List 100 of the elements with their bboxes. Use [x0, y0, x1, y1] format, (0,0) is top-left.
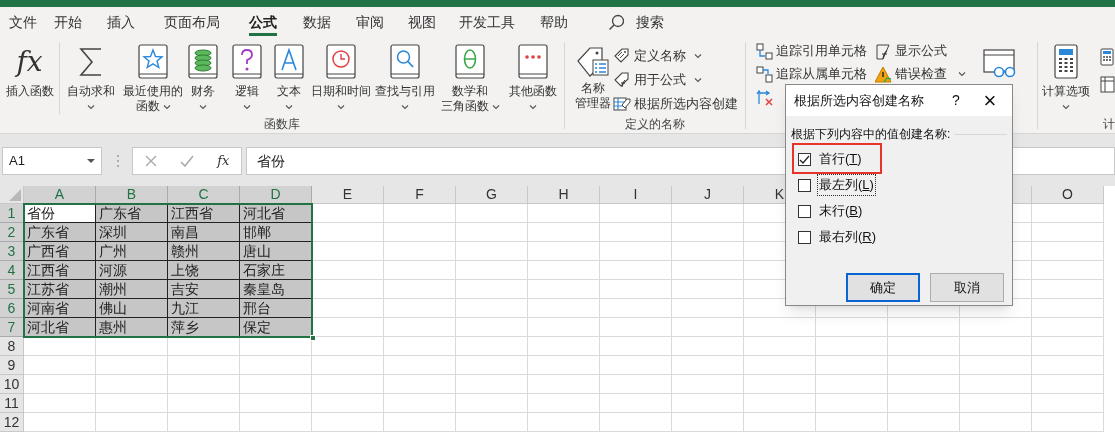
- table-cell[interactable]: [528, 299, 600, 318]
- row-header[interactable]: 4: [0, 261, 24, 280]
- table-cell[interactable]: [960, 318, 1032, 337]
- table-cell[interactable]: [312, 242, 384, 261]
- table-cell[interactable]: [672, 318, 744, 337]
- table-cell[interactable]: [528, 337, 600, 356]
- table-cell[interactable]: [744, 318, 816, 337]
- table-cell[interactable]: [600, 413, 672, 432]
- table-cell[interactable]: [456, 413, 528, 432]
- dialog-button[interactable]: 确定: [846, 273, 920, 302]
- table-cell[interactable]: [96, 413, 168, 432]
- row-header[interactable]: 10: [0, 375, 24, 394]
- table-cell[interactable]: 赣州: [168, 242, 240, 261]
- column-header[interactable]: J: [672, 186, 744, 204]
- row-header[interactable]: 5: [0, 280, 24, 299]
- table-cell[interactable]: [816, 394, 888, 413]
- table-cell[interactable]: [672, 223, 744, 242]
- table-cell[interactable]: 邢台: [240, 299, 312, 318]
- ribbon-button[interactable]: 自动求和: [66, 44, 116, 114]
- table-cell[interactable]: [528, 375, 600, 394]
- table-cell[interactable]: [672, 204, 744, 223]
- table-cell[interactable]: [672, 337, 744, 356]
- ribbon-tab[interactable]: 开始: [42, 7, 94, 38]
- table-cell[interactable]: [744, 337, 816, 356]
- table-cell[interactable]: 佛山: [96, 299, 168, 318]
- row-header[interactable]: 11: [0, 394, 24, 413]
- table-cell[interactable]: [672, 356, 744, 375]
- checkbox-label[interactable]: 最左列(L): [817, 174, 876, 196]
- table-cell[interactable]: [1032, 356, 1104, 375]
- table-cell[interactable]: [168, 337, 240, 356]
- table-cell[interactable]: [312, 280, 384, 299]
- ribbon-tab[interactable]: 公式: [236, 7, 290, 38]
- table-cell[interactable]: [600, 356, 672, 375]
- column-header[interactable]: G: [456, 186, 528, 204]
- ribbon-tab[interactable]: 插入: [94, 7, 148, 38]
- table-cell[interactable]: 广州: [96, 242, 168, 261]
- ribbon-command[interactable]: 根据所选内容创建: [613, 93, 738, 114]
- column-header[interactable]: C: [168, 186, 240, 204]
- table-cell[interactable]: [1032, 375, 1104, 394]
- table-cell[interactable]: 上饶: [168, 261, 240, 280]
- table-cell[interactable]: [672, 413, 744, 432]
- table-cell[interactable]: [888, 318, 960, 337]
- table-cell[interactable]: 河源: [96, 261, 168, 280]
- table-cell[interactable]: [1032, 318, 1104, 337]
- table-cell[interactable]: 河南省: [24, 299, 96, 318]
- table-cell[interactable]: [816, 356, 888, 375]
- table-cell[interactable]: [96, 375, 168, 394]
- table-cell[interactable]: [600, 280, 672, 299]
- table-cell[interactable]: 邯郸: [240, 223, 312, 242]
- help-button[interactable]: ?: [944, 90, 968, 111]
- ribbon-button[interactable]: 最近使用的 函数: [122, 44, 184, 114]
- table-cell[interactable]: [1032, 413, 1104, 432]
- checkbox[interactable]: [798, 230, 811, 244]
- ribbon-tab[interactable]: 文件: [4, 7, 42, 38]
- table-cell[interactable]: [312, 223, 384, 242]
- row-header[interactable]: 12: [0, 413, 24, 432]
- table-cell[interactable]: 九江: [168, 299, 240, 318]
- table-cell[interactable]: [888, 394, 960, 413]
- ribbon-tab[interactable]: 视图: [396, 7, 448, 38]
- table-cell[interactable]: [600, 375, 672, 394]
- table-cell[interactable]: [672, 299, 744, 318]
- ribbon-tab[interactable]: 帮助: [526, 7, 582, 38]
- table-cell[interactable]: [312, 261, 384, 280]
- table-cell[interactable]: [312, 299, 384, 318]
- table-cell[interactable]: [96, 394, 168, 413]
- table-cell[interactable]: [600, 394, 672, 413]
- table-cell[interactable]: 秦皇岛: [240, 280, 312, 299]
- table-cell[interactable]: 南昌: [168, 223, 240, 242]
- table-cell[interactable]: [240, 356, 312, 375]
- table-cell[interactable]: [384, 204, 456, 223]
- table-cell[interactable]: [24, 375, 96, 394]
- ribbon-tab[interactable]: 页面布局: [148, 7, 236, 38]
- ribbon-button[interactable]: 其他函数: [508, 44, 558, 114]
- checkbox-label[interactable]: 末行(B): [817, 200, 865, 222]
- row-header[interactable]: 6: [0, 299, 24, 318]
- ribbon-tab[interactable]: 数据: [290, 7, 344, 38]
- ribbon-button[interactable]: 数学和 三角函数: [439, 44, 501, 114]
- table-cell[interactable]: [384, 261, 456, 280]
- checkbox-label[interactable]: 首行(T): [817, 148, 864, 170]
- column-header[interactable]: E: [312, 186, 384, 204]
- table-cell[interactable]: [384, 375, 456, 394]
- table-cell[interactable]: [528, 204, 600, 223]
- close-button[interactable]: ×: [968, 85, 1012, 116]
- table-cell[interactable]: [672, 261, 744, 280]
- table-cell[interactable]: [1032, 394, 1104, 413]
- table-cell[interactable]: [312, 394, 384, 413]
- table-cell[interactable]: [384, 413, 456, 432]
- table-cell[interactable]: [600, 204, 672, 223]
- table-cell[interactable]: [168, 356, 240, 375]
- table-cell[interactable]: [456, 261, 528, 280]
- ribbon-command[interactable]: 用于公式: [613, 69, 738, 90]
- table-cell[interactable]: [816, 337, 888, 356]
- table-cell[interactable]: [888, 413, 960, 432]
- column-header[interactable]: H: [528, 186, 600, 204]
- table-cell[interactable]: 深圳: [96, 223, 168, 242]
- table-cell[interactable]: 广东省: [24, 223, 96, 242]
- table-cell[interactable]: [960, 375, 1032, 394]
- ribbon-command[interactable]: 显示公式: [875, 41, 967, 61]
- table-cell[interactable]: [240, 375, 312, 394]
- table-cell[interactable]: [456, 337, 528, 356]
